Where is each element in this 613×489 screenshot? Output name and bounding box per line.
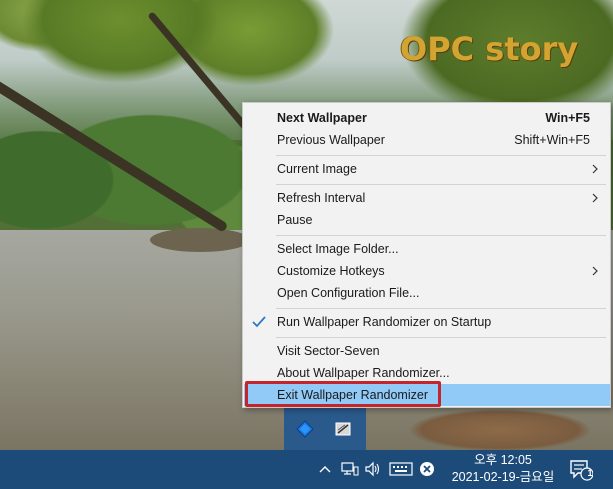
submenu-arrow-icon <box>590 162 600 176</box>
capture-tool-tray-icon[interactable] <box>332 418 354 440</box>
submenu-arrow-icon <box>590 191 600 205</box>
submenu-arrow-icon <box>590 264 600 278</box>
checkmark-icon <box>251 314 267 330</box>
watermark-logo: OPC story <box>400 30 579 68</box>
tray-overflow-flyout <box>284 408 366 450</box>
menu-item-previous-wallpaper[interactable]: Previous Wallpaper Shift+Win+F5 <box>244 129 610 151</box>
notification-count-badge: 1 <box>587 468 593 478</box>
menu-item-open-configuration-file[interactable]: Open Configuration File... <box>244 282 610 304</box>
network-icon[interactable] <box>340 460 360 478</box>
menu-item-label: Refresh Interval <box>277 191 366 205</box>
menu-separator <box>276 184 606 185</box>
menu-separator <box>276 155 606 156</box>
menu-item-label: Visit Sector-Seven <box>277 344 380 358</box>
wallpaper-shore <box>150 228 250 252</box>
menu-item-label: About Wallpaper Randomizer... <box>277 366 450 380</box>
menu-item-label: Previous Wallpaper <box>277 133 385 147</box>
taskbar-clock[interactable]: 오후 12:05 2021-02-19-금요일 <box>443 452 563 486</box>
menu-separator <box>276 308 606 309</box>
menu-separator <box>276 235 606 236</box>
menu-item-customize-hotkeys[interactable]: Customize Hotkeys <box>244 260 610 282</box>
menu-item-select-image-folder[interactable]: Select Image Folder... <box>244 238 610 260</box>
menu-item-current-image[interactable]: Current Image <box>244 158 610 180</box>
menu-item-refresh-interval[interactable]: Refresh Interval <box>244 187 610 209</box>
touch-keyboard-icon[interactable] <box>388 460 414 478</box>
menu-item-run-on-startup[interactable]: Run Wallpaper Randomizer on Startup <box>244 311 610 333</box>
taskbar: 오후 12:05 2021-02-19-금요일 1 <box>0 450 613 489</box>
menu-item-shortcut: Shift+Win+F5 <box>514 133 590 147</box>
menu-separator <box>276 337 606 338</box>
menu-item-pause[interactable]: Pause <box>244 209 610 231</box>
action-center-notification-icon[interactable]: 1 <box>568 458 594 482</box>
menu-item-label: Open Configuration File... <box>277 286 420 300</box>
clock-time: 오후 12:05 <box>474 453 532 467</box>
menu-item-label: Next Wallpaper <box>277 111 367 125</box>
wallpaper-randomizer-tray-icon[interactable] <box>294 418 316 440</box>
clock-date: 2021-02-19-금요일 <box>451 470 555 484</box>
menu-item-label: Pause <box>277 213 313 227</box>
ime-status-icon[interactable] <box>418 460 436 478</box>
wallpaper-randomizer-context-menu: Next Wallpaper Win+F5 Previous Wallpaper… <box>242 102 611 408</box>
menu-item-label: Select Image Folder... <box>277 242 399 256</box>
menu-item-visit-sector-seven[interactable]: Visit Sector-Seven <box>244 340 610 362</box>
exit-callout-highlight-box <box>245 381 441 407</box>
menu-item-next-wallpaper[interactable]: Next Wallpaper Win+F5 <box>244 107 610 129</box>
menu-item-label: Customize Hotkeys <box>277 264 385 278</box>
volume-icon[interactable] <box>363 460 383 478</box>
show-hidden-icons-chevron-icon[interactable] <box>316 460 334 478</box>
menu-item-label: Run Wallpaper Randomizer on Startup <box>277 315 492 329</box>
menu-item-label: Current Image <box>277 162 357 176</box>
menu-item-shortcut: Win+F5 <box>545 111 590 125</box>
